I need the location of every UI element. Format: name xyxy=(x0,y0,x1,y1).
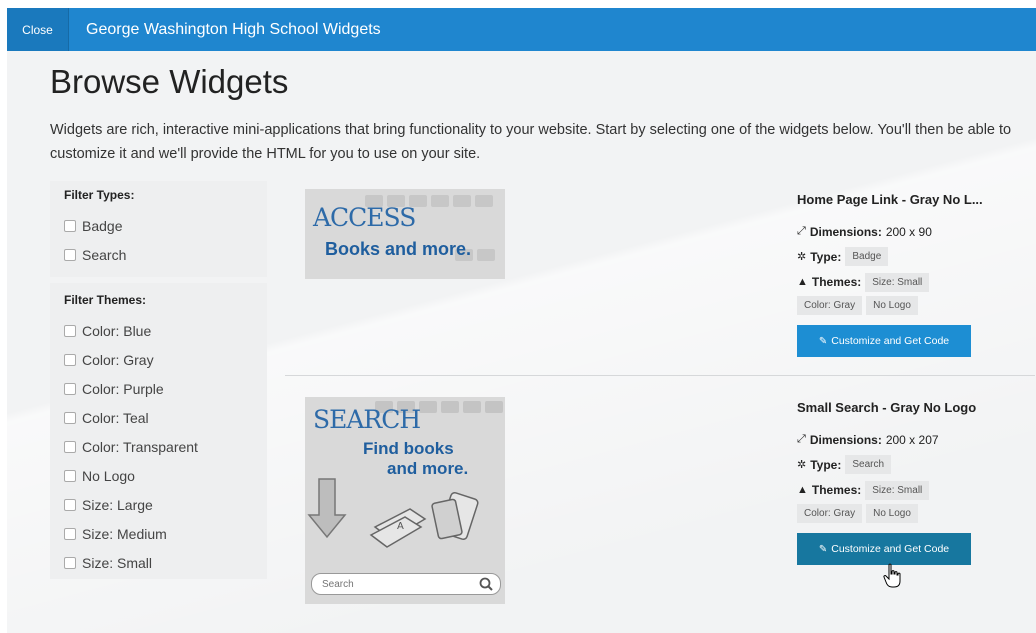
widget-thumbnail-search[interactable]: A SEARCH Find books and more. xyxy=(305,397,505,604)
themes-icon: ▲ xyxy=(797,276,808,288)
app-title: George Washington High School Widgets xyxy=(86,20,381,38)
thumbnail-subheading: Books and more. xyxy=(325,239,472,259)
widget-themes: ▲ Themes: Size: Small xyxy=(797,273,1027,296)
filter-theme-no-logo[interactable]: No Logo xyxy=(64,461,253,490)
thumbnail-subheading-2: and more. xyxy=(387,459,469,478)
theme-tags-continued: Color: Gray No Logo xyxy=(797,296,1017,319)
filter-theme-color-teal[interactable]: Color: Teal xyxy=(64,403,253,432)
gear-icon: ✲ xyxy=(797,251,807,263)
widget-title[interactable]: Small Search - Gray No Logo xyxy=(797,400,1027,415)
widget-type: ✲ Type: Search xyxy=(797,452,1027,477)
widget-themes: ▲ Themes: Size: Small xyxy=(797,481,1027,504)
theme-tags: Size: Small xyxy=(865,481,1027,504)
filter-label: Size: Small xyxy=(82,554,153,571)
svg-text:A: A xyxy=(397,521,404,532)
dimensions-value: 200 x 90 xyxy=(885,224,932,239)
themes-label: Themes: xyxy=(811,483,862,497)
search-icon xyxy=(479,577,493,591)
top-bar: Close George Washington High School Widg… xyxy=(7,8,1036,51)
intro-text: Widgets are rich, interactive mini-appli… xyxy=(50,122,1012,162)
thumbnail-heading: SEARCH xyxy=(313,405,421,434)
button-label: Customize and Get Code xyxy=(831,543,950,555)
type-tag: Badge xyxy=(845,247,889,266)
filter-types-section: Filter Types: Badge Search xyxy=(50,181,267,269)
checkbox[interactable] xyxy=(64,498,76,511)
close-button[interactable]: Close xyxy=(7,8,69,51)
filter-label: Color: Blue xyxy=(82,322,152,339)
dimensions-value: 200 x 207 xyxy=(885,432,939,447)
filter-label: Color: Gray xyxy=(82,351,154,368)
dimensions-label: Dimensions: xyxy=(809,224,882,239)
thumbnail-heading: ACCESS xyxy=(313,203,416,232)
widget-dimensions: ⤢ Dimensions: 200 x 90 xyxy=(797,219,1027,244)
filter-types-heading: Filter Types: xyxy=(64,188,135,202)
gear-icon: ✲ xyxy=(797,459,807,471)
filter-label: Search xyxy=(82,246,127,263)
theme-tags: Size: Small xyxy=(865,273,1027,296)
dimensions-label: Dimensions: xyxy=(809,432,882,447)
checkbox[interactable] xyxy=(64,440,76,453)
theme-tag: No Logo xyxy=(866,504,918,523)
checkbox[interactable] xyxy=(64,527,76,540)
checkbox[interactable] xyxy=(64,556,76,569)
filter-theme-size-medium[interactable]: Size: Medium xyxy=(64,519,253,548)
widget-info-home-page-link: Home Page Link - Gray No L... ⤢ Dimensio… xyxy=(797,192,1027,357)
edit-icon: ✎ xyxy=(818,543,828,555)
filter-themes-section: Filter Themes: Color: Blue Color: Gray C… xyxy=(50,277,267,577)
filter-theme-size-small[interactable]: Size: Small xyxy=(64,548,253,577)
filter-type-badge[interactable]: Badge xyxy=(64,211,253,240)
filter-label: Color: Teal xyxy=(82,409,149,426)
filter-label: Size: Large xyxy=(82,496,153,513)
widget-divider xyxy=(285,375,1035,376)
app-frame: Close George Washington High School Widg… xyxy=(7,8,1036,633)
filter-label: No Logo xyxy=(82,467,135,484)
checkbox[interactable] xyxy=(64,469,76,482)
filter-label: Badge xyxy=(82,217,123,234)
theme-tags-continued: Color: Gray No Logo xyxy=(797,504,1017,527)
themes-label: Themes: xyxy=(811,275,862,289)
edit-icon: ✎ xyxy=(818,335,828,347)
filter-label: Size: Medium xyxy=(82,525,167,542)
filter-label: Color: Transparent xyxy=(82,438,198,455)
checkbox[interactable] xyxy=(64,411,76,424)
checkbox[interactable] xyxy=(64,219,76,232)
expand-arrows-icon: ⤢ xyxy=(797,433,806,445)
widget-dimensions: ⤢ Dimensions: 200 x 207 xyxy=(797,427,1027,452)
widget-thumbnail-badge[interactable]: ACCESS Books and more. xyxy=(305,189,505,279)
theme-tag: Size: Small xyxy=(865,481,930,500)
expand-arrows-icon: ⤢ xyxy=(797,225,806,237)
type-label: Type: xyxy=(810,457,842,472)
themes-icon: ▲ xyxy=(797,484,808,496)
filter-themes-heading: Filter Themes: xyxy=(64,293,147,307)
filter-theme-size-large[interactable]: Size: Large xyxy=(64,490,253,519)
filter-sidebar: Filter Types: Badge Search Filter Themes… xyxy=(50,181,267,579)
widget-type: ✲ Type: Badge xyxy=(797,244,1027,269)
customize-get-code-button[interactable]: ✎ Customize and Get Code xyxy=(797,533,971,565)
thumbnail-search-box xyxy=(311,573,501,595)
customize-get-code-button[interactable]: ✎ Customize and Get Code xyxy=(797,325,971,357)
thumbnail-subheading-1: Find books xyxy=(363,439,454,458)
filter-label: Color: Purple xyxy=(82,380,164,397)
filter-theme-color-gray[interactable]: Color: Gray xyxy=(64,345,253,374)
theme-tag: Size: Small xyxy=(865,273,930,292)
filter-theme-color-transparent[interactable]: Color: Transparent xyxy=(64,432,253,461)
checkbox[interactable] xyxy=(64,353,76,366)
theme-tag: Color: Gray xyxy=(797,296,863,315)
theme-tag: Color: Gray xyxy=(797,504,863,523)
theme-tag: No Logo xyxy=(866,296,918,315)
checkbox[interactable] xyxy=(64,324,76,337)
filter-theme-color-blue[interactable]: Color: Blue xyxy=(64,316,253,345)
widget-title[interactable]: Home Page Link - Gray No L... xyxy=(797,192,1027,207)
filter-theme-color-purple[interactable]: Color: Purple xyxy=(64,374,253,403)
checkbox[interactable] xyxy=(64,382,76,395)
filter-type-search[interactable]: Search xyxy=(64,240,253,269)
button-label: Customize and Get Code xyxy=(831,335,950,347)
checkbox[interactable] xyxy=(64,248,76,261)
type-label: Type: xyxy=(810,249,842,264)
page-title: Browse Widgets xyxy=(50,63,289,100)
widget-info-small-search: Small Search - Gray No Logo ⤢ Dimensions… xyxy=(797,400,1027,565)
type-tag: Search xyxy=(845,455,892,474)
thumbnail-search-input xyxy=(320,577,474,591)
hand-cursor-icon xyxy=(883,563,901,588)
